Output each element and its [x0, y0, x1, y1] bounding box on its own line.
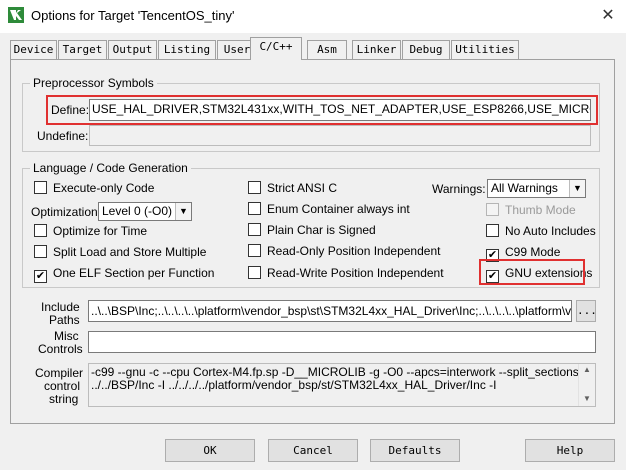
ro-pi-box[interactable]	[248, 244, 261, 257]
cancel-button[interactable]: Cancel	[268, 439, 358, 462]
tab-output[interactable]: Output	[108, 40, 157, 59]
compiler-control-string: -c99 --gnu -c --cpu Cortex-M4.fp.sp -D__…	[88, 363, 596, 407]
optimization-value: Level 0 (-O0)	[102, 204, 173, 218]
include-browse-button[interactable]: ...	[576, 300, 597, 322]
checkmark-icon[interactable]: ✔	[34, 270, 47, 283]
gnu-extensions-highlight-box	[479, 259, 585, 285]
execute-only-box[interactable]	[34, 181, 47, 194]
one-elf-checkbox[interactable]: ✔ One ELF Section per Function	[34, 266, 214, 283]
warnings-value: All Warnings	[491, 181, 558, 195]
defaults-button[interactable]: Defaults	[370, 439, 460, 462]
misc-label-line2: Controls	[38, 342, 83, 356]
ro-pi-checkbox[interactable]: Read-Only Position Independent	[248, 244, 440, 258]
plain-char-label: Plain Char is Signed	[267, 223, 376, 237]
split-load-box[interactable]	[34, 245, 47, 258]
compiler-label-line1: Compiler	[35, 366, 84, 380]
include-label-line2: Paths	[49, 313, 80, 327]
window-title: Options for Target 'TencentOS_tiny'	[31, 8, 235, 23]
c99-mode-label: C99 Mode	[505, 245, 561, 259]
title-bar: Options for Target 'TencentOS_tiny' ✕	[0, 0, 626, 33]
optimization-label: Optimization:	[31, 205, 102, 219]
enum-int-box[interactable]	[248, 202, 261, 215]
tab-utilities[interactable]: Utilities	[451, 40, 519, 59]
tab-strip: Device Target Output Listing User C/C++ …	[10, 37, 615, 60]
tab-linker[interactable]: Linker	[352, 40, 401, 59]
plain-char-box[interactable]	[248, 223, 261, 236]
no-auto-includes-box[interactable]	[486, 224, 499, 237]
tab-page-c-cpp: Preprocessor Symbols Define: USE_HAL_DRI…	[10, 59, 615, 424]
rw-pi-label: Read-Write Position Independent	[267, 266, 444, 280]
undefine-label: Undefine:	[37, 129, 89, 143]
split-load-label: Split Load and Store Multiple	[53, 245, 207, 259]
ro-pi-label: Read-Only Position Independent	[267, 244, 441, 258]
enum-int-checkbox[interactable]: Enum Container always int	[248, 202, 410, 216]
optimization-select[interactable]: Level 0 (-O0) ▼	[98, 202, 192, 221]
include-paths-input[interactable]: ..\..\BSP\Inc;..\..\..\..\platform\vendo…	[88, 300, 572, 322]
chevron-down-icon[interactable]: ▼	[569, 180, 585, 197]
tab-debug[interactable]: Debug	[402, 40, 450, 59]
strict-ansi-label: Strict ANSI C	[267, 181, 338, 195]
thumb-mode-label: Thumb Mode	[505, 203, 576, 217]
split-load-checkbox[interactable]: Split Load and Store Multiple	[34, 245, 206, 259]
compiler-label-line2: control	[44, 379, 81, 393]
tab-device[interactable]: Device	[10, 40, 57, 59]
optimize-time-checkbox[interactable]: Optimize for Time	[34, 224, 147, 238]
thumb-mode-checkbox: Thumb Mode	[486, 203, 576, 217]
tab-listing[interactable]: Listing	[158, 40, 216, 59]
plain-char-checkbox[interactable]: Plain Char is Signed	[248, 223, 376, 237]
codegen-group-title: Language / Code Generation	[30, 161, 191, 175]
strict-ansi-checkbox[interactable]: Strict ANSI C	[248, 181, 337, 195]
optimize-time-label: Optimize for Time	[53, 224, 148, 238]
rw-pi-checkbox[interactable]: Read-Write Position Independent	[248, 266, 444, 280]
scroll-down-icon[interactable]: ▼	[579, 394, 595, 403]
scroll-up-icon[interactable]: ▲	[579, 365, 595, 374]
execute-only-checkbox[interactable]: Execute-only Code	[34, 181, 154, 195]
compiler-line-2: ../../BSP/Inc -I ../../../../platform/ve…	[91, 378, 497, 392]
misc-label-line1: Misc	[54, 329, 79, 343]
compiler-scrollbar[interactable]: ▲ ▼	[578, 364, 595, 406]
no-auto-includes-checkbox[interactable]: No Auto Includes	[486, 224, 596, 238]
tab-c-cpp[interactable]: C/C++	[250, 37, 302, 60]
misc-controls-input[interactable]	[88, 331, 596, 353]
help-button[interactable]: Help	[525, 439, 615, 462]
no-auto-includes-label: No Auto Includes	[505, 224, 596, 238]
compiler-label-line3: string	[49, 392, 79, 406]
rw-pi-box[interactable]	[248, 266, 261, 279]
preprocessor-group-title: Preprocessor Symbols	[30, 76, 157, 90]
one-elf-label: One ELF Section per Function	[53, 266, 215, 280]
optimize-time-box[interactable]	[34, 224, 47, 237]
tab-asm[interactable]: Asm	[307, 40, 347, 59]
include-label-line1: Include	[41, 300, 80, 314]
chevron-down-icon[interactable]: ▼	[175, 203, 191, 220]
tab-target[interactable]: Target	[58, 40, 107, 59]
close-icon[interactable]: ✕	[596, 4, 620, 28]
thumb-mode-box	[486, 203, 499, 216]
undefine-input[interactable]	[89, 125, 591, 146]
define-highlight-box	[46, 95, 598, 125]
warnings-select[interactable]: All Warnings ▼	[487, 179, 586, 198]
warnings-label: Warnings:	[432, 182, 486, 196]
ok-button[interactable]: OK	[165, 439, 255, 462]
execute-only-label: Execute-only Code	[53, 181, 155, 195]
keil-app-icon	[8, 7, 24, 23]
strict-ansi-box[interactable]	[248, 181, 261, 194]
enum-int-label: Enum Container always int	[267, 202, 410, 216]
